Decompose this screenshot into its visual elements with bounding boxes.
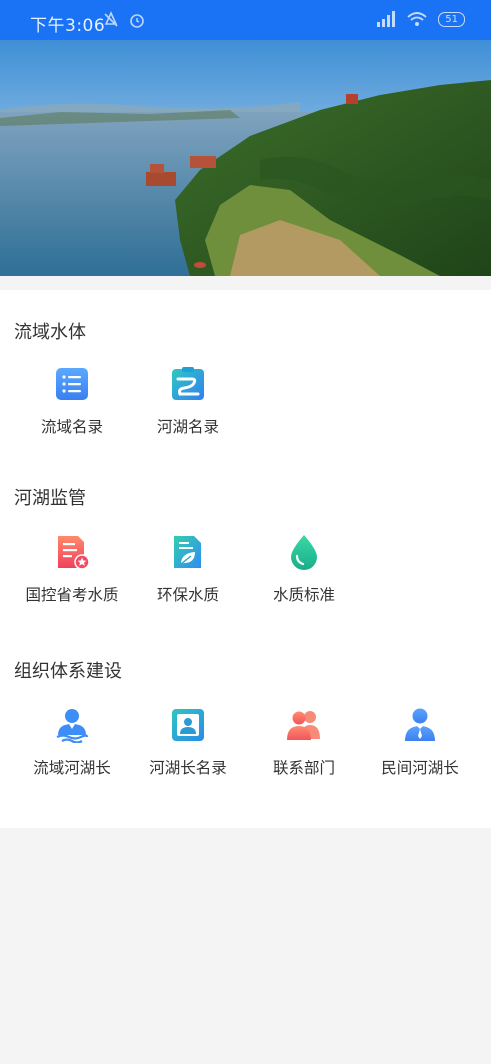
status-bar: 下午3:06 51 [0, 0, 491, 40]
wifi-icon [407, 12, 427, 26]
grid-item-basin-river-chief[interactable]: 流域河湖长 [14, 707, 130, 778]
grid-item-label: 流域名录 [40, 418, 103, 436]
grid-item-label: 河湖名录 [156, 418, 219, 436]
section-title-basin-water: 流域水体 [14, 322, 86, 343]
status-left-icons [102, 11, 146, 29]
grid-item-label: 民间河湖长 [381, 759, 459, 777]
contact-card-icon [172, 709, 204, 741]
grid-item-civilian-river-chief[interactable]: 民间河湖长 [362, 707, 478, 778]
grid-item-water-quality-standard[interactable]: 水质标准 [246, 534, 362, 605]
alarm-icon [130, 14, 144, 28]
person-water-icon [56, 709, 89, 743]
mute-icon [104, 11, 118, 27]
water-drop-icon [291, 535, 317, 570]
grid-item-environmental-water-quality[interactable]: 环保水质 [130, 534, 246, 605]
section-title-organization-system: 组织体系建设 [14, 661, 122, 682]
grid-item-river-chief-directory[interactable]: 河湖长名录 [130, 707, 246, 778]
grid-item-label: 环保水质 [156, 586, 219, 604]
people-icon [287, 711, 320, 740]
grid-item-contact-department[interactable]: 联系部门 [246, 707, 362, 778]
grid-item-label: 联系部门 [272, 759, 335, 777]
grid-item-national-provincial-water-quality[interactable]: 国控省考水质 [14, 534, 130, 605]
list-icon [56, 368, 88, 400]
signal-icon [377, 11, 396, 27]
person-tie-icon [405, 708, 435, 741]
document-leaf-icon [174, 536, 201, 568]
main-content: 流域水体 流域名录 河湖名录 河湖监管 国控省考水质 环保水质 水质标准 组织体… [0, 290, 491, 828]
grid-item-label: 国控省考水质 [25, 586, 119, 604]
grid-item-river-lake-directory[interactable]: 河湖名录 [130, 366, 246, 437]
document-star-icon [58, 536, 90, 570]
grid-item-label: 水质标准 [272, 586, 335, 604]
status-right-icons: 51 [376, 11, 465, 27]
river-clipboard-icon [172, 367, 204, 400]
grid-item-label: 流域河湖长 [33, 759, 111, 777]
section-title-river-lake-supervision: 河湖监管 [14, 488, 86, 509]
grid-item-label: 河湖长名录 [149, 759, 227, 777]
lake-landscape-photo [0, 40, 491, 276]
status-time: 下午3:06 [30, 16, 106, 36]
grid-item-basin-directory[interactable]: 流域名录 [14, 366, 130, 437]
banner-image[interactable] [0, 40, 491, 276]
battery-indicator: 51 [438, 11, 465, 27]
